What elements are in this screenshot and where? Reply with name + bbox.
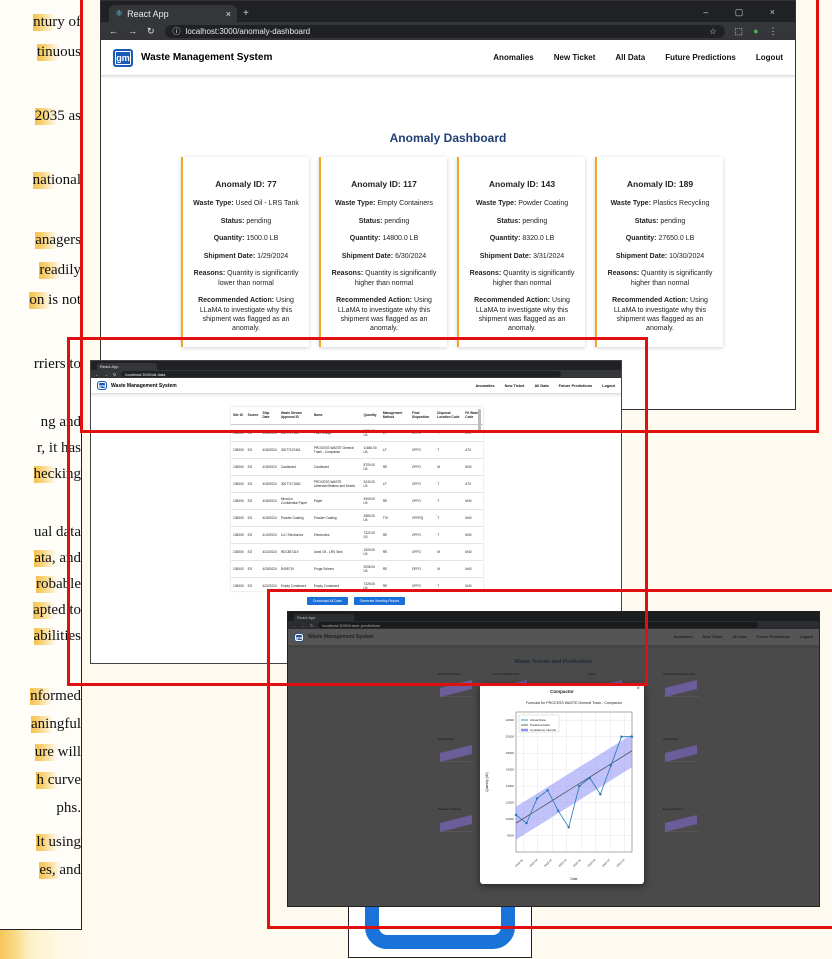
- paper-text-line: national: [32, 172, 81, 189]
- paper-text-line: ure will: [34, 744, 81, 761]
- paper-text-line: readily: [39, 262, 81, 279]
- paper-text-line: nformed: [30, 688, 81, 705]
- paper-text-line: anagers: [35, 232, 81, 249]
- paper-text-line: tinuous: [36, 44, 81, 61]
- paper-text-line: ntury of: [33, 14, 81, 31]
- paper-text-line: es, and: [39, 862, 81, 879]
- paper-text-line: h curve: [36, 772, 81, 789]
- paper-text-line: on is not: [29, 292, 81, 309]
- paper-text-line: 2035 as: [34, 108, 81, 125]
- paper-text-line: lt using: [36, 834, 81, 851]
- paper-text-line: aningful: [31, 716, 81, 733]
- paper-text-line: phs.: [56, 800, 81, 816]
- highlight-frame: [267, 589, 832, 929]
